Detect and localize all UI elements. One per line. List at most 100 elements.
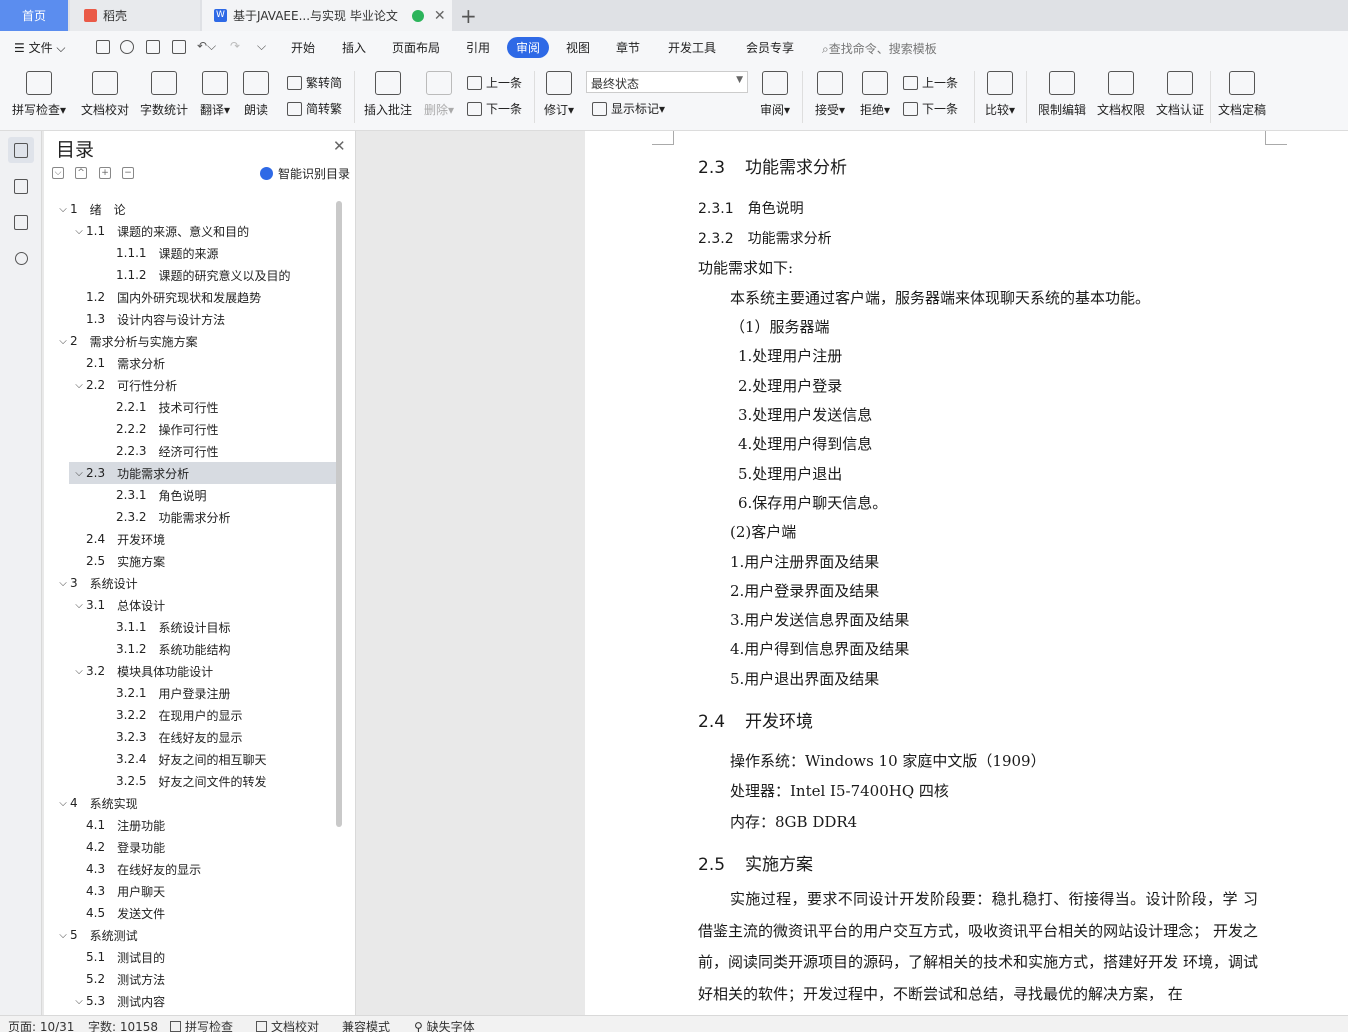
chevron-down-icon[interactable]: ⌵ (56, 798, 70, 809)
redo-icon[interactable]: ↷ (230, 39, 240, 53)
chevron-down-icon[interactable]: ⌵ (56, 204, 70, 215)
menu-start[interactable]: 开始 (291, 39, 315, 56)
show-markup-button[interactable]: 显示标记 ▾ (592, 100, 665, 117)
chevron-down-icon[interactable]: ⌵ (72, 226, 86, 237)
toc-panel-button[interactable] (8, 137, 34, 163)
next-change-button[interactable]: 下一条 (903, 100, 958, 117)
delete-comment-button[interactable]: 删除▾ (421, 71, 457, 118)
toc-item[interactable]: ⌵ 4 系统实现 (44, 792, 336, 814)
compare-button[interactable]: 比较▾ (982, 71, 1018, 118)
plus-icon[interactable]: + (99, 167, 111, 179)
chevron-down-icon[interactable]: ⌵ (72, 600, 86, 611)
toc-item[interactable]: 4.1 注册功能 (44, 814, 336, 836)
toc-item[interactable]: 2.1 需求分析 (44, 352, 336, 374)
chapter-nav-button[interactable] (8, 173, 34, 199)
to-traditional-button[interactable]: 繁转简 (287, 74, 342, 91)
toc-item[interactable]: 3.2.4 好友之间的相互聊天 (44, 748, 336, 770)
close-icon[interactable]: ✕ (434, 8, 446, 24)
word-count-indicator[interactable]: 字数: 10158 (88, 1018, 158, 1032)
format-painter-icon[interactable] (120, 40, 134, 54)
toc-item[interactable]: ⌵ 2.2 可行性分析 (44, 374, 336, 396)
toc-item[interactable]: 5.2 测试方法 (44, 968, 336, 990)
toc-item[interactable]: 2.2.1 技术可行性 (44, 396, 336, 418)
toc-scrollbar[interactable] (336, 201, 342, 827)
find-button[interactable] (8, 245, 34, 271)
new-tab-button[interactable]: + (460, 4, 477, 28)
bookmark-button[interactable] (8, 209, 34, 235)
prev-comment-button[interactable]: 上一条 (467, 74, 522, 91)
toc-item[interactable]: ⌵ 1 绪 论 (44, 198, 336, 220)
track-changes-button[interactable]: 修订▾ (541, 71, 577, 118)
toc-item[interactable]: 4.2 登录功能 (44, 836, 336, 858)
tab-home[interactable]: 首页 (0, 0, 68, 31)
chevron-down-icon[interactable]: ⌵ (72, 666, 86, 677)
prev-change-button[interactable]: 上一条 (903, 74, 958, 91)
chevron-down-icon[interactable]: ⌵ (56, 930, 70, 941)
undo-icon[interactable]: ↶⌵ (197, 39, 216, 54)
chevron-down-icon[interactable]: ⌵ (72, 380, 86, 391)
collapse-all-icon[interactable]: ⌵ (52, 167, 64, 179)
minus-icon[interactable]: − (122, 167, 134, 179)
menu-review[interactable]: 审阅 (507, 37, 550, 58)
toc-item[interactable]: 3.2.3 在线好友的显示 (44, 726, 336, 748)
doc-cert-button[interactable]: 文档认证 (1154, 71, 1206, 118)
toc-item[interactable]: 3.1.1 系统设计目标 (44, 616, 336, 638)
spell-check-button[interactable]: 拼写检查▾ (10, 71, 68, 118)
close-icon[interactable]: ✕ (333, 137, 346, 155)
toc-item[interactable]: 1.2 国内外研究现状和发展趋势 (44, 286, 336, 308)
accept-button[interactable]: 接受▾ (812, 71, 848, 118)
menu-view[interactable]: 视图 (566, 39, 590, 56)
toc-item[interactable]: 2.5 实施方案 (44, 550, 336, 572)
toc-item[interactable]: 1.1.2 课题的研究意义以及目的 (44, 264, 336, 286)
next-comment-button[interactable]: 下一条 (467, 100, 522, 117)
save-icon[interactable] (96, 40, 110, 54)
finalize-button[interactable]: 文档定稿 (1216, 71, 1268, 118)
status-doc-proof[interactable]: 文档校对 (256, 1018, 319, 1032)
command-search[interactable]: ⌕查找命令、搜索模板 (822, 40, 937, 57)
toc-item[interactable]: 3.1.2 系统功能结构 (44, 638, 336, 660)
document-page[interactable]: 2.3 功能需求分析 2.3.1 角色说明 2.3.2 功能需求分析 功能需求如下: … (585, 131, 1348, 1015)
tab-daoke[interactable]: 稻壳 (70, 0, 200, 31)
toc-item[interactable]: 3.2.5 好友之间文件的转发 (44, 770, 336, 792)
menu-insert[interactable]: 插入 (342, 39, 366, 56)
toc-item[interactable]: ⌵ 3 系统设计 (44, 572, 336, 594)
chevron-down-icon[interactable]: ⌵ (56, 578, 70, 589)
toc-item[interactable]: 2.3.2 功能需求分析 (44, 506, 336, 528)
toc-item[interactable]: 5.1 测试目的 (44, 946, 336, 968)
insert-comment-button[interactable]: 插入批注 (362, 71, 414, 118)
chevron-down-icon[interactable]: ⌵ (56, 336, 70, 347)
file-menu[interactable]: ☰ 文件 ⌵ (14, 39, 66, 56)
reject-button[interactable]: 拒绝▾ (857, 71, 893, 118)
toc-item[interactable]: 4.3 在线好友的显示 (44, 858, 336, 880)
toc-item[interactable]: ⌵ 2.3 功能需求分析 (69, 462, 336, 484)
doc-proof-button[interactable]: 文档校对 (78, 71, 132, 118)
chevron-down-icon[interactable]: ⌵ (72, 468, 86, 479)
toc-item[interactable]: ⌵ 2 需求分析与实施方案 (44, 330, 336, 352)
expand-up-icon[interactable]: ^ (75, 167, 87, 179)
restrict-edit-button[interactable]: 限制编辑 (1036, 71, 1088, 118)
to-simplified-button[interactable]: 简转繁 (287, 100, 342, 117)
toc-item[interactable]: 2.3.1 角色说明 (44, 484, 336, 506)
missing-font[interactable]: ⚲ 缺失字体 (414, 1018, 475, 1032)
toc-item[interactable]: 1.1.1 课题的来源 (44, 242, 336, 264)
print-preview-icon[interactable] (172, 40, 186, 54)
menu-member[interactable]: 会员专享 (746, 39, 794, 56)
toc-item[interactable]: 4.5 发送文件 (44, 902, 336, 924)
chevron-down-icon[interactable]: ⌵ (72, 996, 86, 1007)
toc-item[interactable]: ⌵ 3.2 模块具体功能设计 (44, 660, 336, 682)
more-icon[interactable]: ⌵ (257, 39, 266, 54)
toc-item[interactable]: 2.4 开发环境 (44, 528, 336, 550)
ai-toc-button[interactable]: 智能识别目录 (260, 165, 350, 182)
markup-state-select[interactable]: 最终状态 ▼ (586, 71, 748, 93)
page-indicator[interactable]: 页面: 10/31 (8, 1018, 74, 1032)
status-spell-check[interactable]: 拼写检查 (170, 1018, 233, 1032)
word-count-button[interactable]: 字数统计 (138, 71, 190, 118)
toc-item[interactable]: 2.2.3 经济可行性 (44, 440, 336, 462)
menu-chapter[interactable]: 章节 (616, 39, 640, 56)
toc-item[interactable]: ⌵ 5.3 测试内容 (44, 990, 336, 1012)
toc-item[interactable]: 3.2.2 在现用户的显示 (44, 704, 336, 726)
translate-button[interactable]: 翻译▾ (196, 71, 234, 118)
toc-item[interactable]: ⌵ 1.1 课题的来源、意义和目的 (44, 220, 336, 242)
toc-item[interactable]: 3.2.1 用户登录注册 (44, 682, 336, 704)
doc-rights-button[interactable]: 文档权限 (1095, 71, 1147, 118)
